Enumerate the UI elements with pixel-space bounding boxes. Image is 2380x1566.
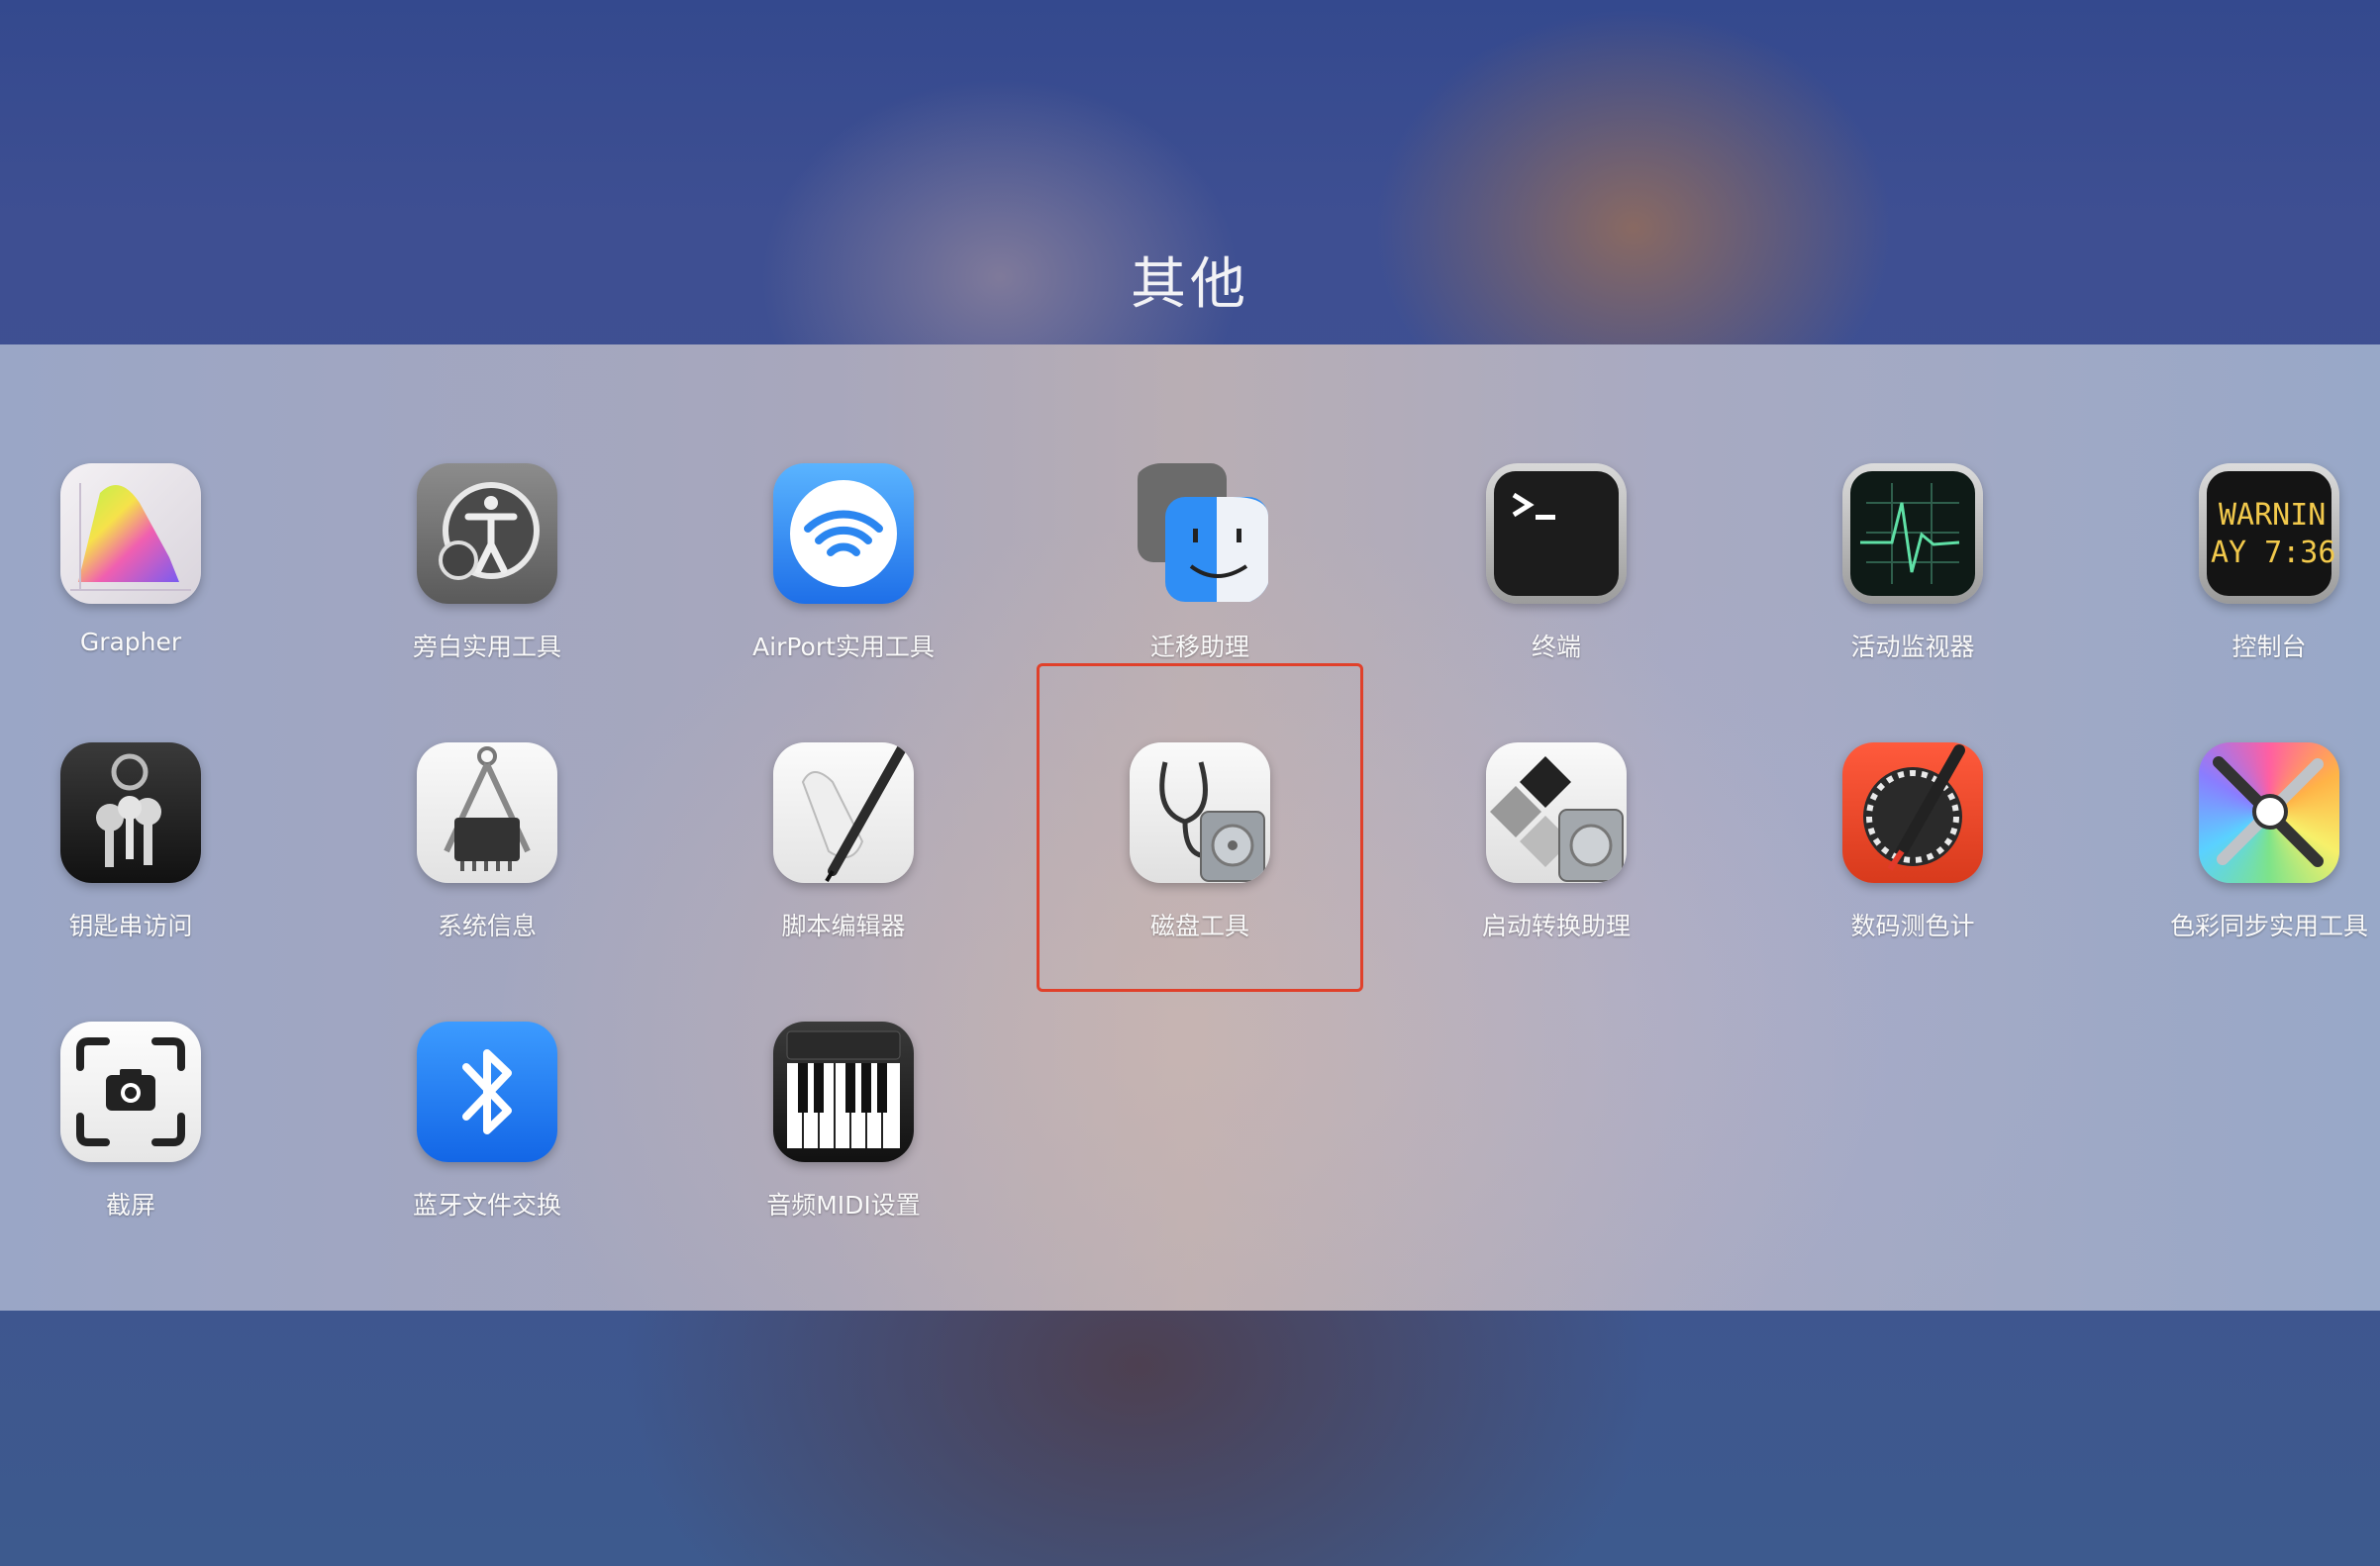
airport-utility-icon bbox=[773, 463, 914, 604]
app-label: 脚本编辑器 bbox=[781, 912, 906, 940]
app-grapher[interactable]: Grapher bbox=[0, 463, 309, 691]
app-label: 启动转换助理 bbox=[1481, 912, 1631, 940]
app-label: AirPort实用工具 bbox=[752, 633, 935, 661]
keychain-access-icon bbox=[60, 742, 201, 883]
bluetooth-file-exchange-icon bbox=[417, 1022, 557, 1162]
app-label: 活动监视器 bbox=[1850, 633, 1975, 661]
digital-color-meter-icon bbox=[1842, 742, 1983, 883]
app-colorsync-utility[interactable]: 色彩同步实用工具 bbox=[2091, 742, 2380, 970]
app-boot-camp-assistant[interactable]: 启动转换助理 bbox=[1378, 742, 1735, 970]
app-label: 控制台 bbox=[2231, 633, 2307, 661]
app-label: 系统信息 bbox=[437, 912, 537, 940]
app-activity-monitor[interactable]: 活动监视器 bbox=[1735, 463, 2091, 691]
console-icon-line-2: AY 7:36 bbox=[2211, 536, 2335, 570]
app-screenshot[interactable]: 截屏 bbox=[0, 1022, 309, 1249]
audio-midi-setup-icon bbox=[773, 1022, 914, 1162]
selection-highlight-box bbox=[1037, 663, 1363, 992]
app-airport-utility[interactable]: AirPort实用工具 bbox=[665, 463, 1022, 691]
app-migration-assistant[interactable]: 迁移助理 bbox=[1022, 463, 1378, 691]
script-editor-icon bbox=[773, 742, 914, 883]
grapher-icon bbox=[60, 463, 201, 604]
activity-monitor-icon bbox=[1842, 463, 1983, 604]
app-label: 钥匙串访问 bbox=[68, 912, 193, 940]
screenshot-icon bbox=[60, 1022, 201, 1162]
app-system-information[interactable]: 系统信息 bbox=[309, 742, 665, 970]
app-terminal[interactable]: 终端 bbox=[1378, 463, 1735, 691]
app-digital-color-meter[interactable]: 数码测色计 bbox=[1735, 742, 2091, 970]
app-audio-midi-setup[interactable]: 音频MIDI设置 bbox=[665, 1022, 1022, 1249]
app-label: 截屏 bbox=[105, 1191, 155, 1220]
folder-title[interactable]: 其他 bbox=[0, 240, 2380, 320]
app-script-editor[interactable]: 脚本编辑器 bbox=[665, 742, 1022, 970]
console-icon-line-1: WARNIN bbox=[2219, 498, 2326, 533]
app-label: 色彩同步实用工具 bbox=[2169, 912, 2368, 940]
app-console[interactable]: WARNIN AY 7:36 控制台 bbox=[2091, 463, 2380, 691]
app-label: Grapher bbox=[79, 628, 182, 656]
app-label: 旁白实用工具 bbox=[412, 633, 561, 661]
boot-camp-assistant-icon bbox=[1486, 742, 1627, 883]
system-information-icon bbox=[417, 742, 557, 883]
app-label: 终端 bbox=[1531, 633, 1581, 661]
app-label: 音频MIDI设置 bbox=[766, 1191, 921, 1220]
app-label: 蓝牙文件交换 bbox=[412, 1191, 561, 1220]
app-voiceover-utility[interactable]: 旁白实用工具 bbox=[309, 463, 665, 691]
voiceover-utility-icon bbox=[417, 463, 557, 604]
app-bluetooth-file-exchange[interactable]: 蓝牙文件交换 bbox=[309, 1022, 665, 1249]
app-label: 迁移助理 bbox=[1149, 633, 1249, 661]
app-label: 数码测色计 bbox=[1850, 912, 1975, 940]
terminal-icon bbox=[1486, 463, 1627, 604]
app-keychain-access[interactable]: 钥匙串访问 bbox=[0, 742, 309, 970]
console-icon: WARNIN AY 7:36 bbox=[2199, 463, 2339, 604]
colorsync-utility-icon bbox=[2199, 742, 2339, 883]
migration-assistant-icon bbox=[1130, 463, 1270, 604]
